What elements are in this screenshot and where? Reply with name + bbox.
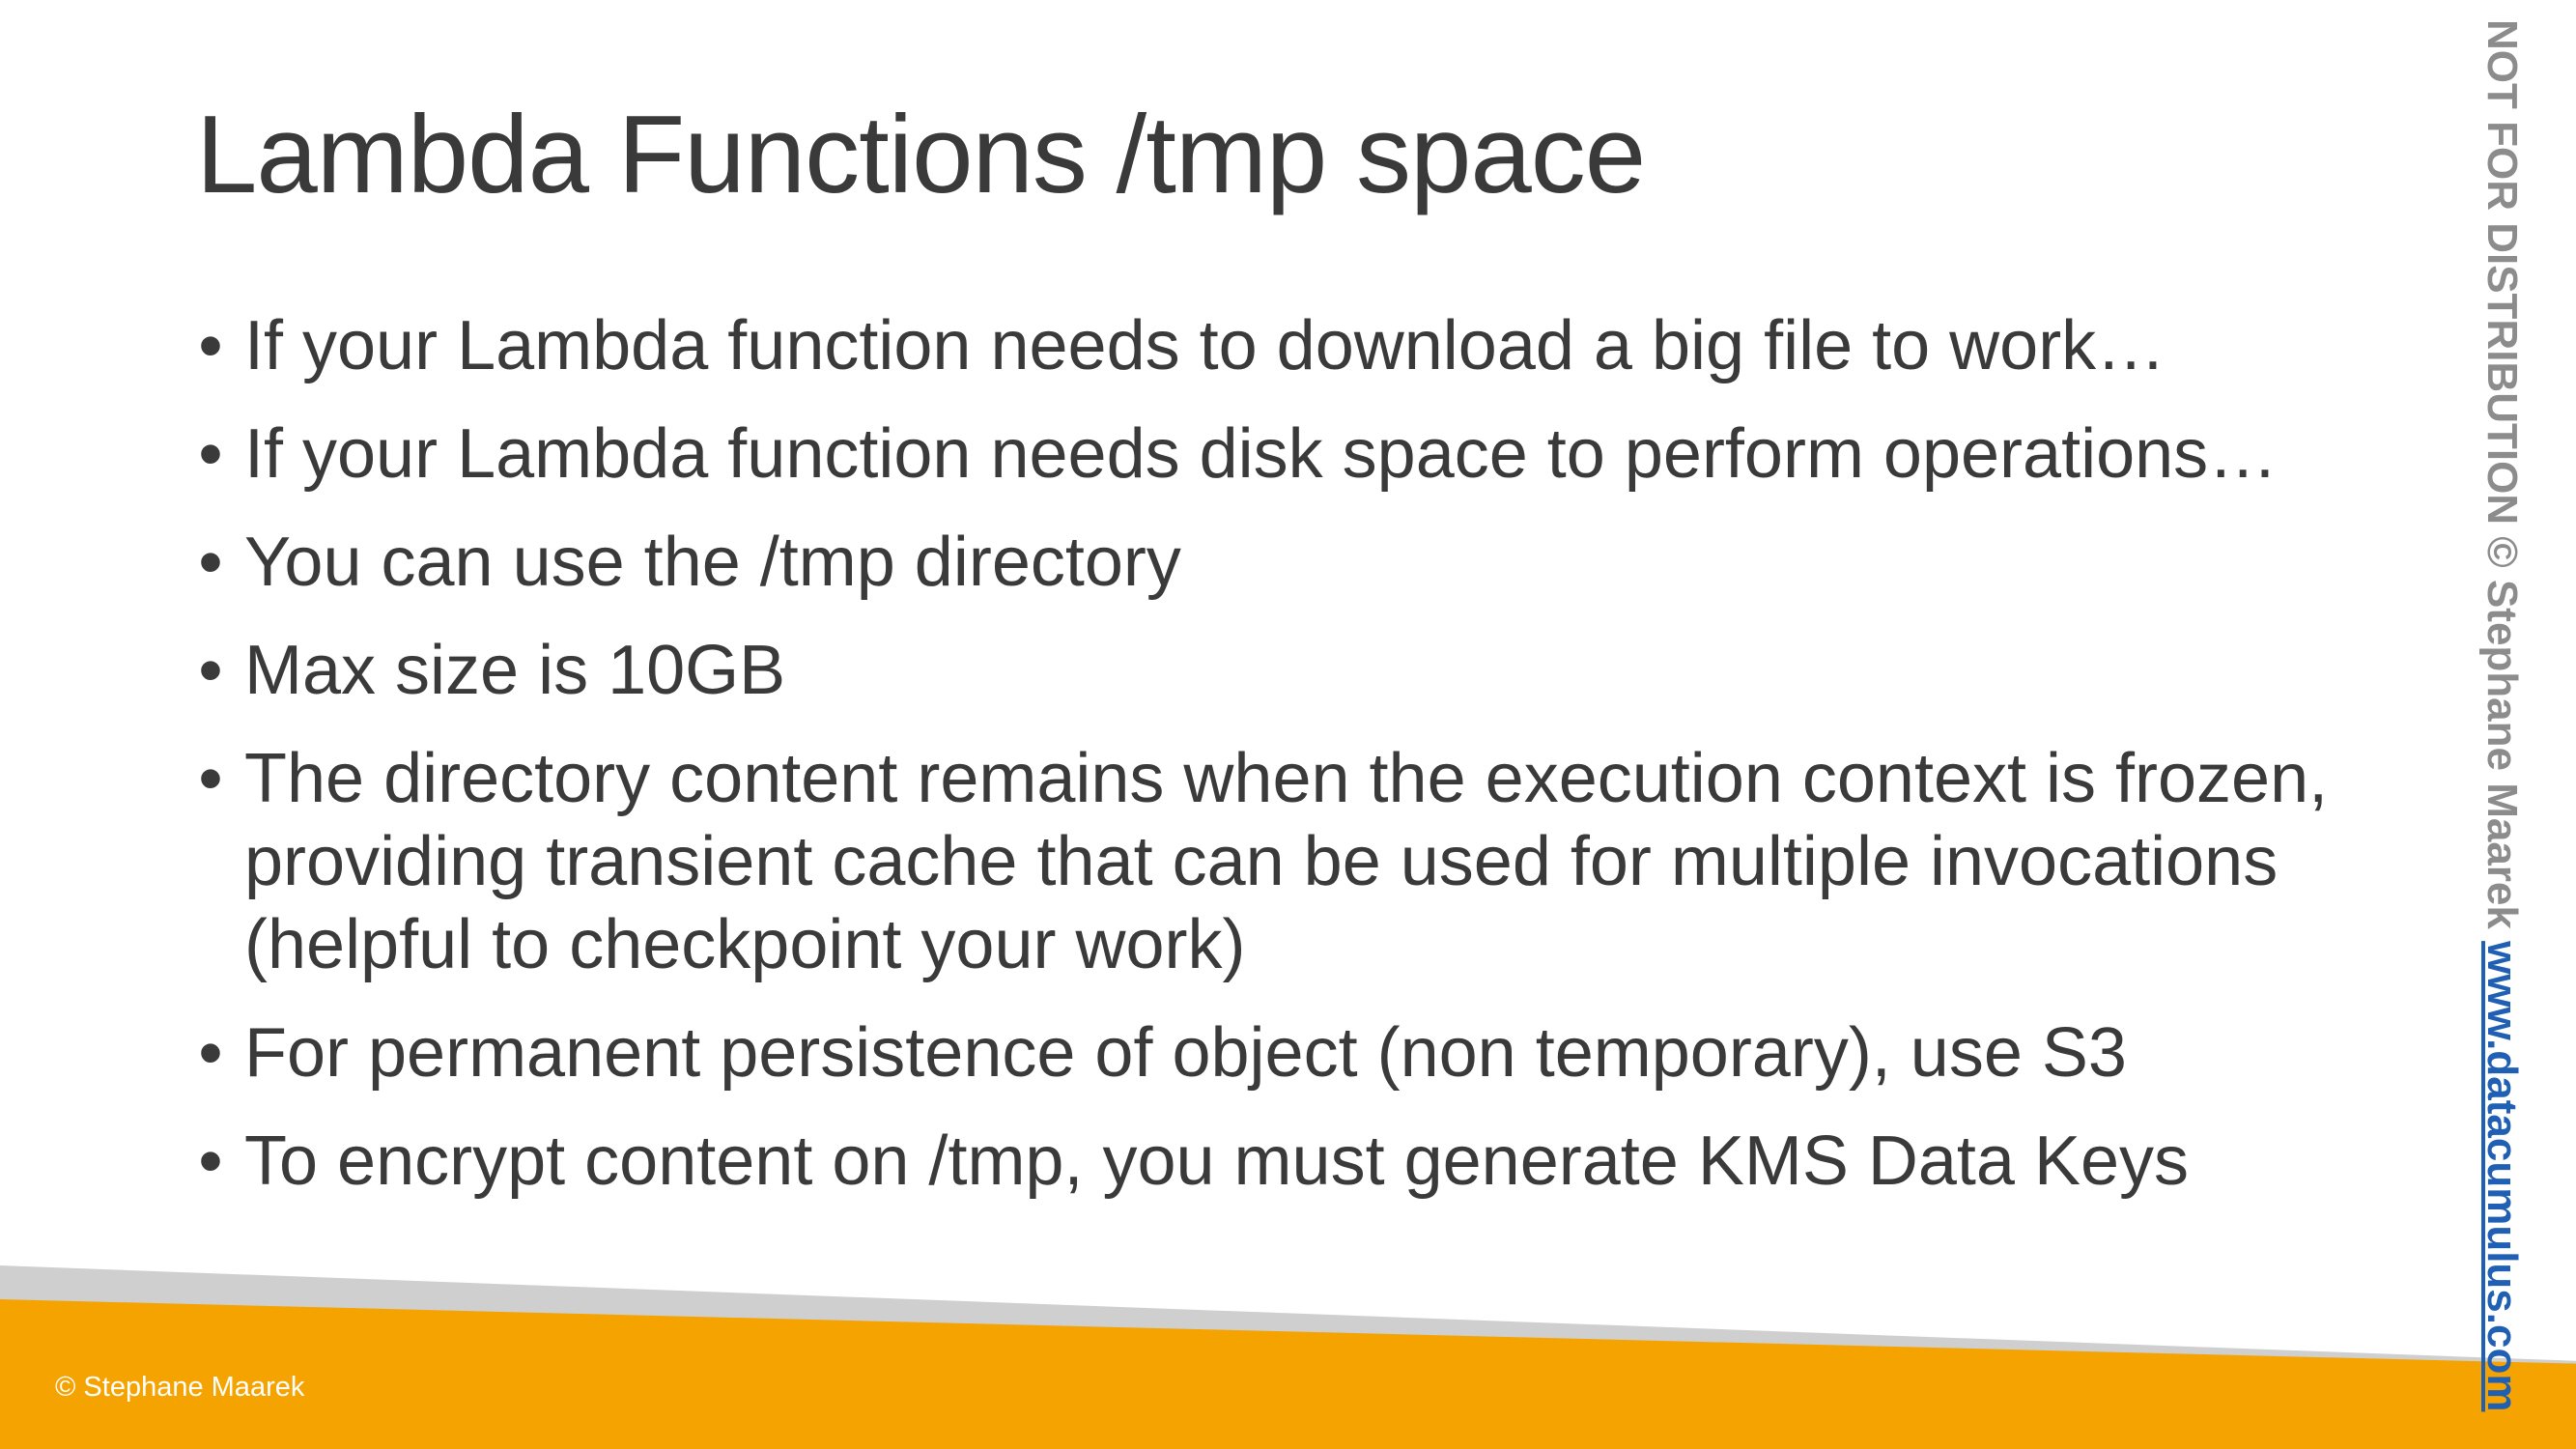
bullet-text: For permanent persistence of object (non… — [244, 1014, 2127, 1092]
bullet-text: You can use the /tmp directory — [244, 524, 1181, 601]
bullet-text: To encrypt content on /tmp, you must gen… — [244, 1122, 2190, 1200]
bullet-item: • To encrypt content on /tmp, you must g… — [191, 1120, 2374, 1203]
bullet-icon: • — [198, 632, 223, 709]
bullet-text: If your Lambda function needs disk space… — [244, 415, 2279, 493]
bullet-item: • The directory content remains when the… — [191, 737, 2374, 986]
website-link[interactable]: www.datacumulus.com — [2478, 941, 2526, 1411]
bullet-icon: • — [198, 307, 223, 384]
bullet-list: • If your Lambda function needs to downl… — [191, 304, 2374, 1228]
slide: Lambda Functions /tmp space • If your La… — [0, 0, 2576, 1449]
bullet-icon: • — [198, 1122, 223, 1200]
bullet-text: If your Lambda function needs to downloa… — [244, 307, 2166, 384]
bullet-icon: • — [198, 740, 223, 817]
bullet-icon: • — [198, 1014, 223, 1092]
bullet-text: Max size is 10GB — [244, 632, 786, 709]
bullet-item: • If your Lambda function needs to downl… — [191, 304, 2374, 387]
distribution-notice: NOT FOR DISTRIBUTION © Stephane Maarek — [2478, 19, 2526, 929]
bullet-icon: • — [198, 524, 223, 601]
bullet-item: • If your Lambda function needs disk spa… — [191, 412, 2374, 496]
slide-title: Lambda Functions /tmp space — [196, 94, 1646, 216]
footer-copyright: © Stephane Maarek — [55, 1372, 305, 1403]
bullet-text: The directory content remains when the e… — [244, 740, 2329, 983]
bullet-item: • Max size is 10GB — [191, 629, 2374, 712]
side-banner: NOT FOR DISTRIBUTION © Stephane Maarek w… — [2478, 19, 2526, 1411]
bullet-item: • You can use the /tmp directory — [191, 521, 2374, 604]
bullet-icon: • — [198, 415, 223, 493]
bullet-item: • For permanent persistence of object (n… — [191, 1011, 2374, 1094]
